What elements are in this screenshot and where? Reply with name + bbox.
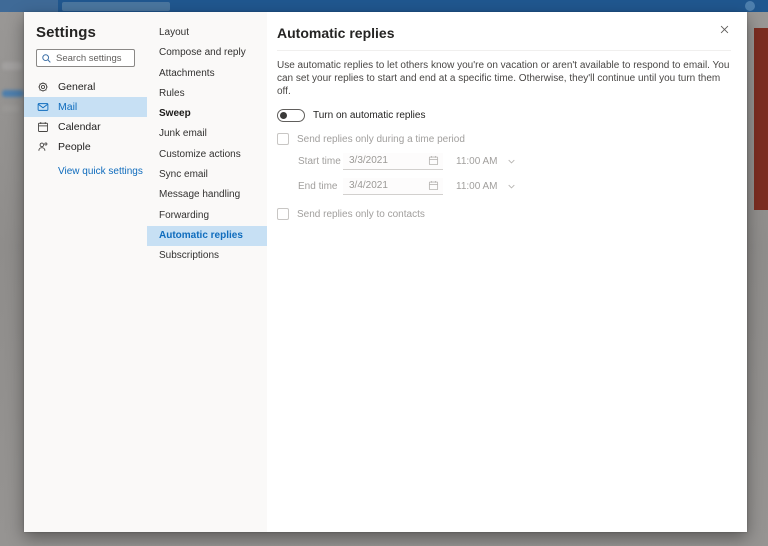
dimmed-topbar-segment [0, 0, 58, 12]
settings-category-item[interactable]: Customize actions [147, 145, 267, 165]
sidebar-nav-label: People [58, 141, 91, 153]
settings-category-item[interactable]: Junk email [147, 124, 267, 144]
toggle-label: Turn on automatic replies [313, 110, 425, 121]
settings-category-label: Subscriptions [159, 250, 219, 261]
mail-icon [37, 101, 49, 113]
sidebar-nav-label: Mail [58, 101, 77, 113]
view-quick-settings-link[interactable]: View quick settings [58, 166, 143, 177]
divider [277, 50, 731, 51]
dimmed-ui-element [2, 90, 24, 97]
automatic-replies-panel: Automatic replies Use automatic replies … [267, 12, 747, 532]
start-time-dropdown[interactable]: 11:00 AM [456, 156, 516, 167]
end-date-value: 3/4/2021 [349, 180, 388, 191]
contacts-only-checkbox[interactable] [277, 208, 289, 220]
sidebar-nav-item[interactable]: General [24, 77, 147, 97]
calendar-icon [37, 121, 49, 133]
settings-category-label: Customize actions [159, 149, 241, 160]
settings-category-item[interactable]: Attachments [147, 64, 267, 84]
settings-category-label: Attachments [159, 68, 215, 79]
calendar-icon [428, 180, 439, 191]
mail-settings-categories: Layout Compose and reply Attachments Rul… [147, 12, 267, 532]
settings-category-item[interactable]: Message handling [147, 185, 267, 205]
settings-category-item[interactable]: Sync email [147, 165, 267, 185]
automatic-replies-description: Use automatic replies to let others know… [277, 59, 731, 98]
dimmed-ui-element [2, 105, 20, 112]
settings-dialog: Settings General Mail [24, 12, 747, 532]
start-time-label: Start time [298, 156, 343, 167]
dimmed-ui-element [2, 62, 22, 70]
search-input[interactable] [56, 53, 130, 64]
start-time-value: 11:00 AM [456, 156, 498, 167]
settings-category-item[interactable]: Rules [147, 84, 267, 104]
settings-category-label: Message handling [159, 189, 240, 200]
gear-icon [37, 81, 49, 93]
dimmed-app-topbar [0, 0, 768, 12]
settings-category-label: Automatic replies [159, 230, 243, 241]
settings-dialog-title: Settings [36, 24, 147, 41]
settings-category-item[interactable]: Forwarding [147, 206, 267, 226]
start-date-field[interactable]: 3/3/2021 [343, 153, 443, 170]
end-time-value: 11:00 AM [456, 181, 498, 192]
dimmed-avatar [745, 1, 755, 11]
settings-category-label: Junk email [159, 128, 207, 139]
settings-search-box[interactable] [36, 49, 135, 67]
settings-category-item[interactable]: Compose and reply [147, 43, 267, 63]
settings-category-item[interactable]: Sweep [147, 104, 267, 124]
toggle-knob [280, 112, 287, 119]
time-period-checkbox[interactable] [277, 133, 289, 145]
end-date-field[interactable]: 3/4/2021 [343, 178, 443, 195]
sidebar-nav-label: Calendar [58, 121, 101, 133]
settings-category-label: Compose and reply [159, 47, 246, 58]
page-title: Automatic replies [277, 25, 731, 41]
start-date-value: 3/3/2021 [349, 155, 388, 166]
close-button[interactable] [717, 22, 731, 36]
settings-category-label: Sweep [159, 108, 191, 119]
sidebar-nav-item[interactable]: People [24, 137, 147, 157]
settings-category-item[interactable]: Layout [147, 23, 267, 43]
settings-category-label: Layout [159, 27, 189, 38]
end-time-dropdown[interactable]: 11:00 AM [456, 181, 516, 192]
dimmed-topbar-searchbox [62, 2, 170, 11]
calendar-icon [428, 155, 439, 166]
settings-sidebar: Settings General Mail [24, 12, 147, 532]
people-icon [37, 141, 49, 153]
end-time-label: End time [298, 181, 343, 192]
chevron-down-icon [507, 157, 516, 166]
sidebar-nav-item[interactable]: Mail [24, 97, 147, 117]
settings-category-label: Sync email [159, 169, 208, 180]
automatic-replies-toggle[interactable] [277, 109, 305, 122]
search-icon [41, 53, 52, 64]
sidebar-nav-label: General [58, 81, 95, 93]
sidebar-nav-item[interactable]: Calendar [24, 117, 147, 137]
time-period-checkbox-label: Send replies only during a time period [297, 134, 465, 145]
contacts-only-checkbox-label: Send replies only to contacts [297, 209, 425, 220]
dimmed-red-panel [754, 28, 768, 210]
settings-nav: General Mail Calendar People [24, 77, 147, 157]
chevron-down-icon [507, 182, 516, 191]
settings-category-item[interactable]: Automatic replies [147, 226, 267, 246]
settings-category-label: Forwarding [159, 210, 209, 221]
settings-category-item[interactable]: Subscriptions [147, 246, 267, 266]
settings-category-label: Rules [159, 88, 185, 99]
close-icon [719, 24, 730, 35]
